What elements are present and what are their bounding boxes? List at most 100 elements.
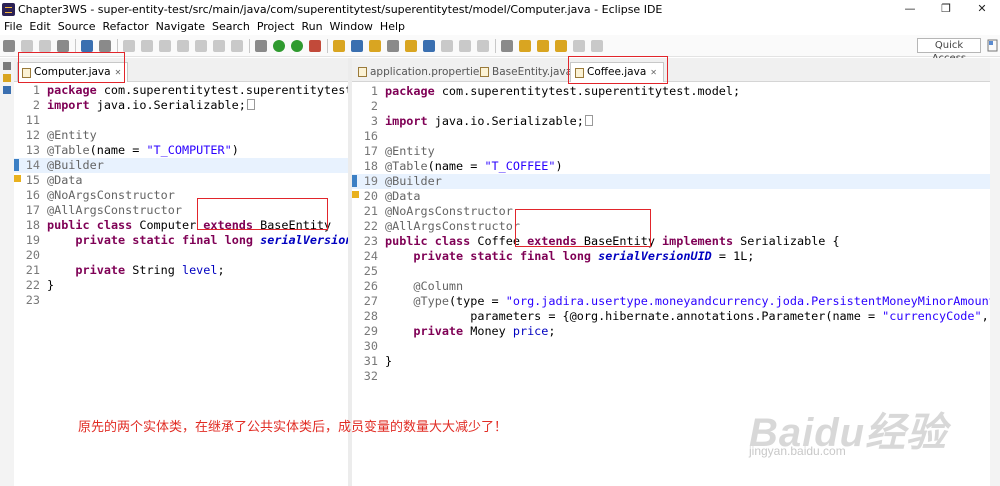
- code-line[interactable]: 24 private static final long serialVersi…: [352, 249, 990, 264]
- baidu-watermark: Baidu经验 jingyan.baidu.com: [749, 400, 947, 458]
- step-return-icon[interactable]: [231, 39, 243, 52]
- code-line[interactable]: 22}: [14, 278, 348, 293]
- restore-view-icon[interactable]: [3, 62, 11, 70]
- code-line[interactable]: 18 @Table(name = "T_COFFEE"): [352, 159, 990, 174]
- paragraph-icon[interactable]: [477, 39, 489, 52]
- new-icon[interactable]: [3, 39, 15, 52]
- code-line[interactable]: 29 private Money price;: [352, 324, 990, 339]
- menu-run[interactable]: Run: [301, 20, 322, 33]
- code-line[interactable]: 31}: [352, 354, 990, 369]
- code-line[interactable]: 17 @Entity: [352, 144, 990, 159]
- quick-access-input[interactable]: Quick Access: [917, 38, 981, 64]
- menu-window[interactable]: Window: [330, 20, 373, 33]
- step-over-icon[interactable]: [213, 39, 225, 52]
- folded-code-icon[interactable]: [584, 115, 593, 126]
- previous-annotation-icon[interactable]: [537, 39, 549, 52]
- skip-breakpoints-icon[interactable]: [99, 39, 111, 52]
- code-line[interactable]: 1 package com.superentitytest.superentity…: [352, 84, 990, 99]
- code-line[interactable]: 26 @Column: [352, 279, 990, 294]
- code-line[interactable]: 2: [352, 99, 990, 114]
- code-token: ;: [548, 324, 556, 338]
- code-line[interactable]: 15 @Data: [14, 173, 348, 188]
- code-line[interactable]: 11: [14, 113, 348, 128]
- coverage-icon[interactable]: [291, 39, 303, 52]
- code-line[interactable]: 16: [352, 129, 990, 144]
- last-edit-location-icon[interactable]: [555, 39, 567, 52]
- menu-refactor[interactable]: Refactor: [103, 20, 149, 33]
- code-token: private: [413, 324, 464, 338]
- folded-code-icon[interactable]: [246, 99, 255, 110]
- code-token: final: [519, 249, 556, 263]
- next-annotation-icon[interactable]: [519, 39, 531, 52]
- code-line[interactable]: 19 private static final long serialVersi…: [14, 233, 348, 248]
- menu-navigate[interactable]: Navigate: [156, 20, 205, 33]
- code-line[interactable]: 3 import java.io.Serializable;: [352, 114, 990, 129]
- code-line[interactable]: 20: [14, 248, 348, 263]
- minimize-button[interactable]: —: [892, 0, 928, 18]
- menu-project[interactable]: Project: [257, 20, 295, 33]
- close-button[interactable]: ✕: [964, 0, 1000, 18]
- tab-baseentity-java[interactable]: BaseEntity.java: [476, 62, 578, 82]
- package-explorer-icon[interactable]: [3, 74, 11, 82]
- resume-icon[interactable]: [123, 39, 135, 52]
- maximize-button[interactable]: ❐: [928, 0, 964, 18]
- outline-icon[interactable]: [3, 86, 11, 94]
- code-line[interactable]: 21 @NoArgsConstructor: [352, 204, 990, 219]
- code-line[interactable]: 25: [352, 264, 990, 279]
- code-line[interactable]: 2 import java.io.Serializable;: [14, 98, 348, 113]
- new-project-icon[interactable]: [333, 39, 345, 52]
- new-class-icon[interactable]: [351, 39, 363, 52]
- code-text: @AllArgsConstructor: [385, 219, 520, 234]
- code-line[interactable]: 22 @AllArgsConstructor: [352, 219, 990, 234]
- code-line[interactable]: 19 @Builder: [352, 174, 990, 189]
- line-number: 12: [25, 128, 40, 142]
- menu-file[interactable]: File: [4, 20, 22, 33]
- code-line[interactable]: 27 @Type(type = "org.jadira.usertype.mon…: [352, 294, 990, 309]
- perspective-icon[interactable]: [987, 38, 998, 53]
- code-line[interactable]: 21 private String level;: [14, 263, 348, 278]
- terminal-icon[interactable]: [81, 39, 93, 52]
- code-token: ;: [217, 263, 225, 277]
- menu-source[interactable]: Source: [58, 20, 96, 33]
- menu-help[interactable]: Help: [380, 20, 405, 33]
- code-line[interactable]: 28 parameters = {@org.hibernate.annotati…: [352, 309, 990, 324]
- code-token: serialVersionUID: [598, 249, 712, 263]
- show-whitespace-icon[interactable]: [441, 39, 453, 52]
- external-tools-icon[interactable]: [309, 39, 321, 52]
- code-line[interactable]: 30: [352, 339, 990, 354]
- code-line[interactable]: 1 package com.superentitytest.superentity…: [14, 83, 348, 98]
- code-line[interactable]: 23: [14, 293, 348, 308]
- terminate-icon[interactable]: [159, 39, 171, 52]
- code-text: private static final long serialVersionU…: [385, 249, 754, 264]
- save-icon[interactable]: [21, 39, 33, 52]
- code-line[interactable]: 13 @Table(name = "T_COMPUTER"): [14, 143, 348, 158]
- code-line[interactable]: 23 public class Coffee extends BaseEntity…: [352, 234, 990, 249]
- window-title: Chapter3WS - super-entity-test/src/main/…: [18, 2, 663, 16]
- back-icon[interactable]: [573, 39, 585, 52]
- menu-search[interactable]: Search: [212, 20, 250, 33]
- tab-application-properties[interactable]: application.properties: [354, 62, 491, 82]
- code-token: import: [385, 114, 428, 128]
- code-line[interactable]: 32: [352, 369, 990, 384]
- toggle-mark-icon[interactable]: [423, 39, 435, 52]
- code-text: @AllArgsConstructor: [47, 203, 182, 218]
- menu-edit[interactable]: Edit: [29, 20, 50, 33]
- pin-editor-icon[interactable]: [501, 39, 513, 52]
- suspend-icon[interactable]: [141, 39, 153, 52]
- code-token: "currencyCode": [882, 309, 982, 323]
- code-line[interactable]: 20 @Data: [352, 189, 990, 204]
- disconnect-icon[interactable]: [177, 39, 189, 52]
- code-line[interactable]: 12 @Entity: [14, 128, 348, 143]
- block-select-icon[interactable]: [459, 39, 471, 52]
- settings-icon[interactable]: [57, 39, 69, 52]
- open-task-icon[interactable]: [405, 39, 417, 52]
- open-type-icon[interactable]: [369, 39, 381, 52]
- save-all-icon[interactable]: [39, 39, 51, 52]
- run-icon[interactable]: [273, 39, 285, 52]
- step-into-icon[interactable]: [195, 39, 207, 52]
- code-line[interactable]: 14 @Builder: [14, 158, 348, 173]
- forward-icon[interactable]: [591, 39, 603, 52]
- debug-icon[interactable]: [255, 39, 267, 52]
- search-icon[interactable]: [387, 39, 399, 52]
